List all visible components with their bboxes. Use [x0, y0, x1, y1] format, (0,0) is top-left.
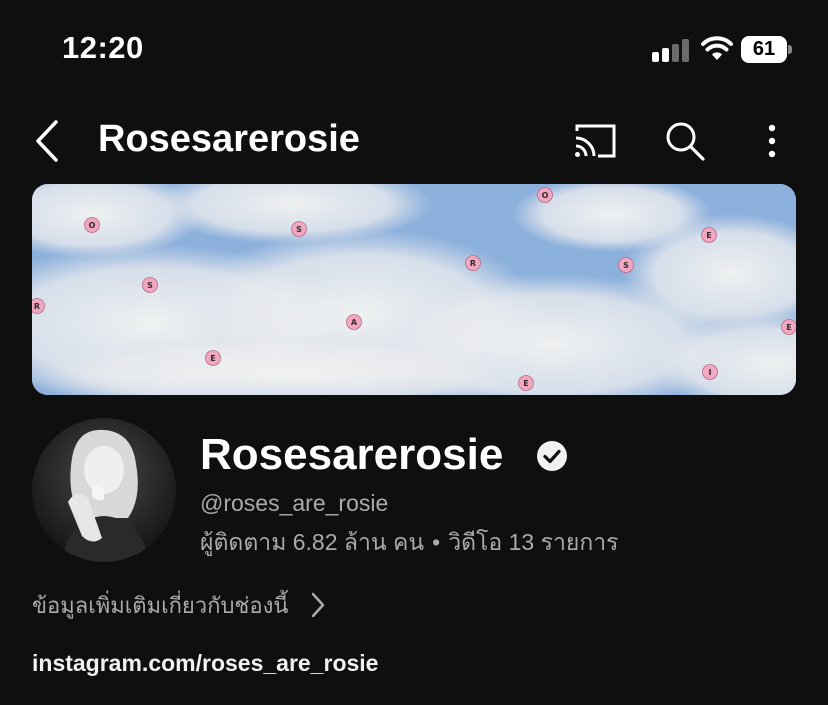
svg-text:O: O [89, 221, 96, 230]
banner-letter-dot: E [205, 350, 221, 366]
banner-letter-dot: S [618, 257, 634, 273]
wifi-icon [701, 36, 733, 60]
channel-stats: ผู้ติดตาม 6.82 ล้าน คน • วิดีโอ 13 รายการ [200, 525, 619, 561]
banner-letter-dot: E [701, 227, 717, 243]
banner-letter-dot: R [32, 298, 45, 314]
channel-handle: @roses_are_rosie [200, 490, 389, 516]
svg-text:E: E [523, 379, 528, 388]
banner-letter-dots: O S R S A E R O S E E I E [32, 187, 796, 391]
svg-text:S: S [623, 261, 629, 270]
svg-text:S: S [147, 281, 153, 290]
banner-letter-dot: S [291, 221, 307, 237]
back-icon[interactable] [30, 116, 64, 166]
channel-banner: O S R S A E R O S E E I E [32, 184, 796, 395]
search-icon[interactable] [664, 120, 706, 162]
page-title: Rosesarerosie [98, 118, 360, 160]
stats-separator: • [432, 529, 441, 555]
banner-letter-dot: O [537, 187, 553, 203]
svg-text:R: R [34, 302, 40, 311]
cast-icon[interactable] [572, 122, 618, 160]
svg-text:E: E [786, 323, 791, 332]
banner-letter-dot: R [465, 255, 481, 271]
channel-name: Rosesarerosie [200, 430, 504, 479]
banner-letter-dot: E [781, 319, 796, 335]
avatar[interactable] [32, 418, 176, 562]
banner-letter-dot: I [702, 364, 718, 380]
banner-letter-dot: A [346, 314, 362, 330]
banner-letter-dot: O [84, 217, 100, 233]
svg-text:O: O [542, 191, 549, 200]
channel-about-link[interactable]: ข้อมูลเพิ่มเติมเกี่ยวกับช่องนี้ [32, 588, 326, 622]
svg-text:E: E [210, 354, 215, 363]
svg-text:R: R [470, 259, 476, 268]
subscriber-count: ผู้ติดตาม 6.82 ล้าน คน [200, 529, 425, 555]
svg-text:E: E [706, 231, 711, 240]
banner-letter-dot: E [518, 375, 534, 391]
battery-level: 61 [741, 36, 787, 63]
verified-badge-icon [537, 441, 567, 471]
video-count: วิดีโอ 13 รายการ [448, 529, 619, 555]
cellular-signal-icon [652, 38, 692, 62]
about-label: ข้อมูลเพิ่มเติมเกี่ยวกับช่องนี้ [32, 592, 289, 618]
channel-external-link[interactable]: instagram.com/roses_are_rosie [32, 650, 378, 677]
channel-screen: 12:20 61 Rosesarerosie O S R S A E R O S… [0, 0, 828, 705]
chevron-right-icon [312, 592, 325, 618]
svg-text:S: S [296, 225, 302, 234]
svg-text:A: A [351, 318, 358, 327]
battery-icon: 61 [741, 36, 792, 63]
status-time: 12:20 [62, 30, 144, 65]
svg-text:I: I [709, 368, 712, 377]
banner-letter-dot: S [142, 277, 158, 293]
more-vertical-icon[interactable] [760, 122, 784, 160]
